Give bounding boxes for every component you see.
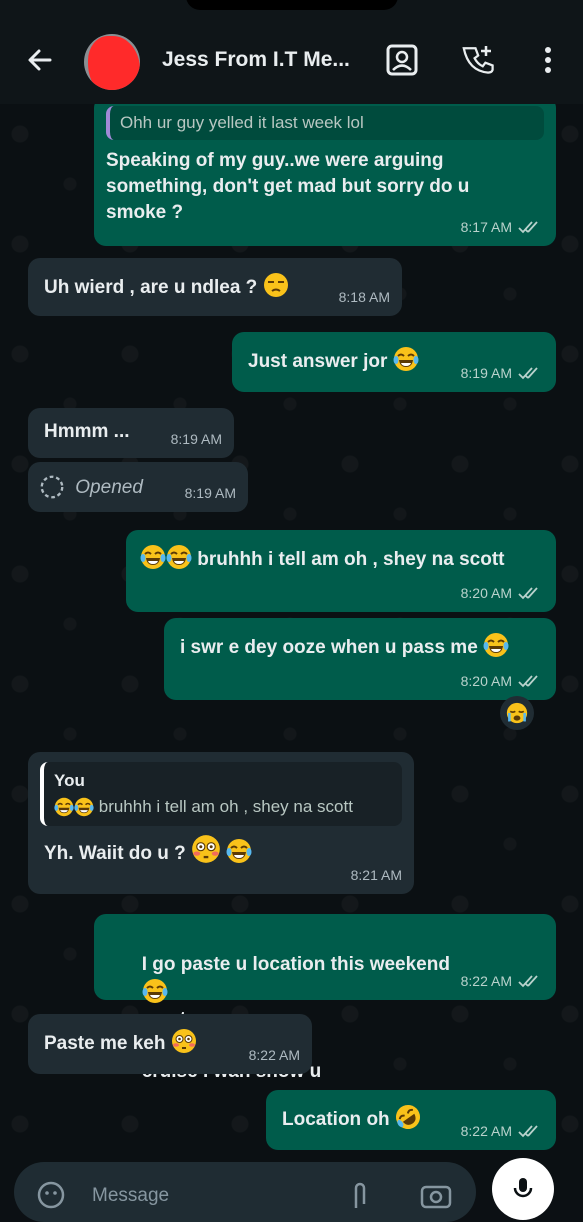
double-tick-icon: [518, 974, 544, 988]
double-tick-icon: [518, 220, 544, 234]
message-meta: 8:17 AM: [461, 214, 544, 240]
message-meta: 8:19 AM: [185, 480, 236, 506]
message-bubble-in[interactable]: You bruhhh i tell am oh , shey na scott …: [28, 752, 414, 894]
message-meta: 8:22 AM: [249, 1042, 300, 1068]
message-time: 8:22 AM: [460, 973, 512, 989]
crying-face-icon: [506, 702, 528, 724]
message-time: 8:22 AM: [460, 1123, 512, 1139]
avatar[interactable]: [84, 34, 140, 90]
tears-of-joy-icon: [393, 346, 419, 372]
tears-of-joy-icon: [166, 544, 192, 570]
mic-button[interactable]: [492, 1158, 554, 1220]
message-bubble-out[interactable]: i swr e dey ooze when u pass me 8:20 AM: [164, 618, 556, 700]
message-bubble-in[interactable]: Uh wierd , are u ndlea ? 8:18 AM: [28, 258, 402, 316]
more-vert-icon[interactable]: [530, 42, 566, 78]
quoted-author: You: [54, 771, 85, 790]
add-call-icon[interactable]: [462, 42, 498, 78]
quoted-text: Ohh ur guy yelled it last week lol: [120, 113, 364, 132]
redaction-mark: [88, 36, 140, 90]
message-time: 8:17 AM: [460, 219, 512, 235]
view-once-label: Opened: [75, 477, 143, 498]
flushed-face-icon: [171, 1028, 197, 1054]
double-tick-icon: [518, 1124, 544, 1138]
quoted-message[interactable]: Ohh ur guy yelled it last week lol: [106, 106, 544, 140]
quoted-text: bruhhh i tell am oh , shey na scott: [98, 797, 353, 816]
tears-of-joy-icon: [74, 797, 94, 817]
tears-of-joy-icon: [142, 978, 168, 1004]
message-text: Hmmm ...: [44, 421, 130, 442]
message-meta: 8:18 AM: [339, 284, 390, 310]
message-list[interactable]: Ohh ur guy yelled it last week lol Speak…: [0, 104, 583, 1200]
message-time: 8:20 AM: [460, 585, 512, 601]
message-time: 8:22 AM: [248, 1047, 300, 1063]
message-bubble-in[interactable]: Hmmm ... 8:19 AM: [28, 408, 234, 458]
message-text-a: I go paste u location this weekend: [141, 954, 450, 975]
message-input[interactable]: Message: [92, 1185, 169, 1207]
message-meta: 8:21 AM: [351, 862, 402, 888]
message-bubble-out[interactable]: Location oh 8:22 AM: [266, 1090, 556, 1150]
attach-icon[interactable]: [348, 1180, 372, 1210]
tears-of-joy-icon: [140, 544, 166, 570]
message-text: Paste me keh: [44, 1033, 166, 1054]
quoted-message[interactable]: You bruhhh i tell am oh , shey na scott: [40, 762, 402, 826]
message-meta: 8:20 AM: [461, 580, 544, 606]
unamused-face-icon: [263, 272, 289, 298]
message-text: Just answer jor: [248, 351, 388, 372]
message-time: 8:21 AM: [350, 867, 402, 883]
message-bubble-out[interactable]: Just answer jor 8:19 AM: [232, 332, 556, 392]
message-text: Yh. Waiit do u ?: [44, 843, 186, 864]
camera-icon[interactable]: [420, 1180, 452, 1210]
message-text: Location oh: [282, 1109, 390, 1130]
message-text: Uh wierd , are u ndlea ?: [44, 277, 258, 298]
message-meta: 8:19 AM: [171, 426, 222, 452]
message-meta: 8:22 AM: [461, 1118, 544, 1144]
view-once-opened-icon: [40, 475, 64, 499]
tears-of-joy-icon: [483, 632, 509, 658]
message-bubble-out[interactable]: bruhhh i tell am oh , shey na scott 8:20…: [126, 530, 556, 612]
back-arrow-icon[interactable]: [24, 44, 56, 76]
chat-header: Jess From I.T Me...: [0, 0, 583, 104]
message-text: bruhhh i tell am oh , shey na scott: [197, 549, 505, 570]
view-once-bubble[interactable]: Opened 8:19 AM: [28, 462, 248, 512]
message-input-bar[interactable]: [14, 1162, 476, 1222]
message-time: 8:19 AM: [170, 431, 222, 447]
emoji-icon[interactable]: [36, 1180, 66, 1210]
flushed-face-icon: [191, 834, 221, 864]
message-bubble-out[interactable]: I go paste u location this weekend e get…: [94, 914, 556, 1082]
message-reaction[interactable]: [500, 696, 534, 730]
rolling-laughing-icon: [395, 1104, 421, 1130]
message-meta: 8:19 AM: [461, 360, 544, 386]
message-time: 8:19 AM: [460, 365, 512, 381]
video-call-icon[interactable]: [384, 42, 420, 78]
double-tick-icon: [518, 674, 544, 688]
contact-name[interactable]: Jess From I.T Me...: [162, 48, 350, 72]
message-bubble-in[interactable]: Paste me keh 8:22 AM: [28, 1014, 312, 1074]
message-time: 8:20 AM: [460, 673, 512, 689]
message-time: 8:19 AM: [184, 485, 236, 501]
message-meta: 8:22 AM: [461, 968, 544, 994]
message-time: 8:18 AM: [338, 289, 390, 305]
camera-notch: [186, 0, 398, 10]
double-tick-icon: [518, 586, 544, 600]
message-bubble-out[interactable]: Ohh ur guy yelled it last week lol Speak…: [94, 104, 556, 246]
message-meta: 8:20 AM: [461, 668, 544, 694]
message-text: i swr e dey ooze when u pass me: [180, 637, 478, 658]
tears-of-joy-icon: [226, 838, 252, 864]
double-tick-icon: [518, 366, 544, 380]
tears-of-joy-icon: [54, 797, 74, 817]
